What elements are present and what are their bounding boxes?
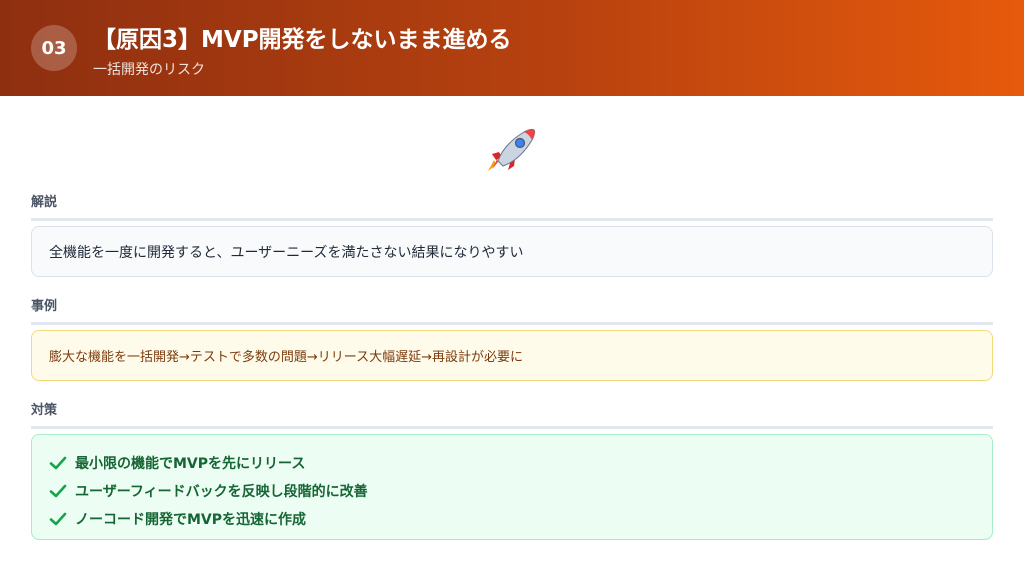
check-icon: [49, 484, 67, 498]
section-label-case: 事例: [31, 295, 993, 325]
section-label-measures: 対策: [31, 399, 993, 429]
slide-header: 03 【原因3】MVP開発をしないまま進める 一括開発のリスク: [0, 0, 1024, 96]
explain-box: 全機能を一度に開発すると、ユーザーニーズを満たさない結果になりやすい: [31, 226, 993, 277]
measures-box: 最小限の機能でMVPを先にリリース ユーザーフィードバックを反映し段階的に改善 …: [31, 434, 993, 540]
check-icon: [49, 512, 67, 526]
measure-item: ノーコード開発でMVPを迅速に作成: [49, 505, 975, 533]
measure-item-text: ユーザーフィードバックを反映し段階的に改善: [75, 484, 368, 500]
slide-title: 【原因3】MVP開発をしないまま進める: [93, 27, 512, 53]
section-number-badge: 03: [31, 25, 77, 71]
explain-text: 全機能を一度に開発すると、ユーザーニーズを満たさない結果になりやすい: [49, 244, 524, 261]
measure-item: 最小限の機能でMVPを先にリリース: [49, 449, 975, 477]
check-icon: [49, 456, 67, 470]
slide-subtitle: 一括開発のリスク: [93, 62, 205, 78]
section-label-explain: 解説: [31, 191, 993, 221]
measure-item-text: ノーコード開発でMVPを迅速に作成: [75, 512, 307, 528]
case-box: 膨大な機能を一括開発→テストで多数の問題→リリース大幅遅延→再設計が必要に: [31, 330, 993, 381]
rocket-icon: [488, 128, 536, 171]
case-text: 膨大な機能を一括開発→テストで多数の問題→リリース大幅遅延→再設計が必要に: [49, 350, 524, 365]
measure-item-text: 最小限の機能でMVPを先にリリース: [75, 456, 306, 472]
measure-item: ユーザーフィードバックを反映し段階的に改善: [49, 477, 975, 505]
